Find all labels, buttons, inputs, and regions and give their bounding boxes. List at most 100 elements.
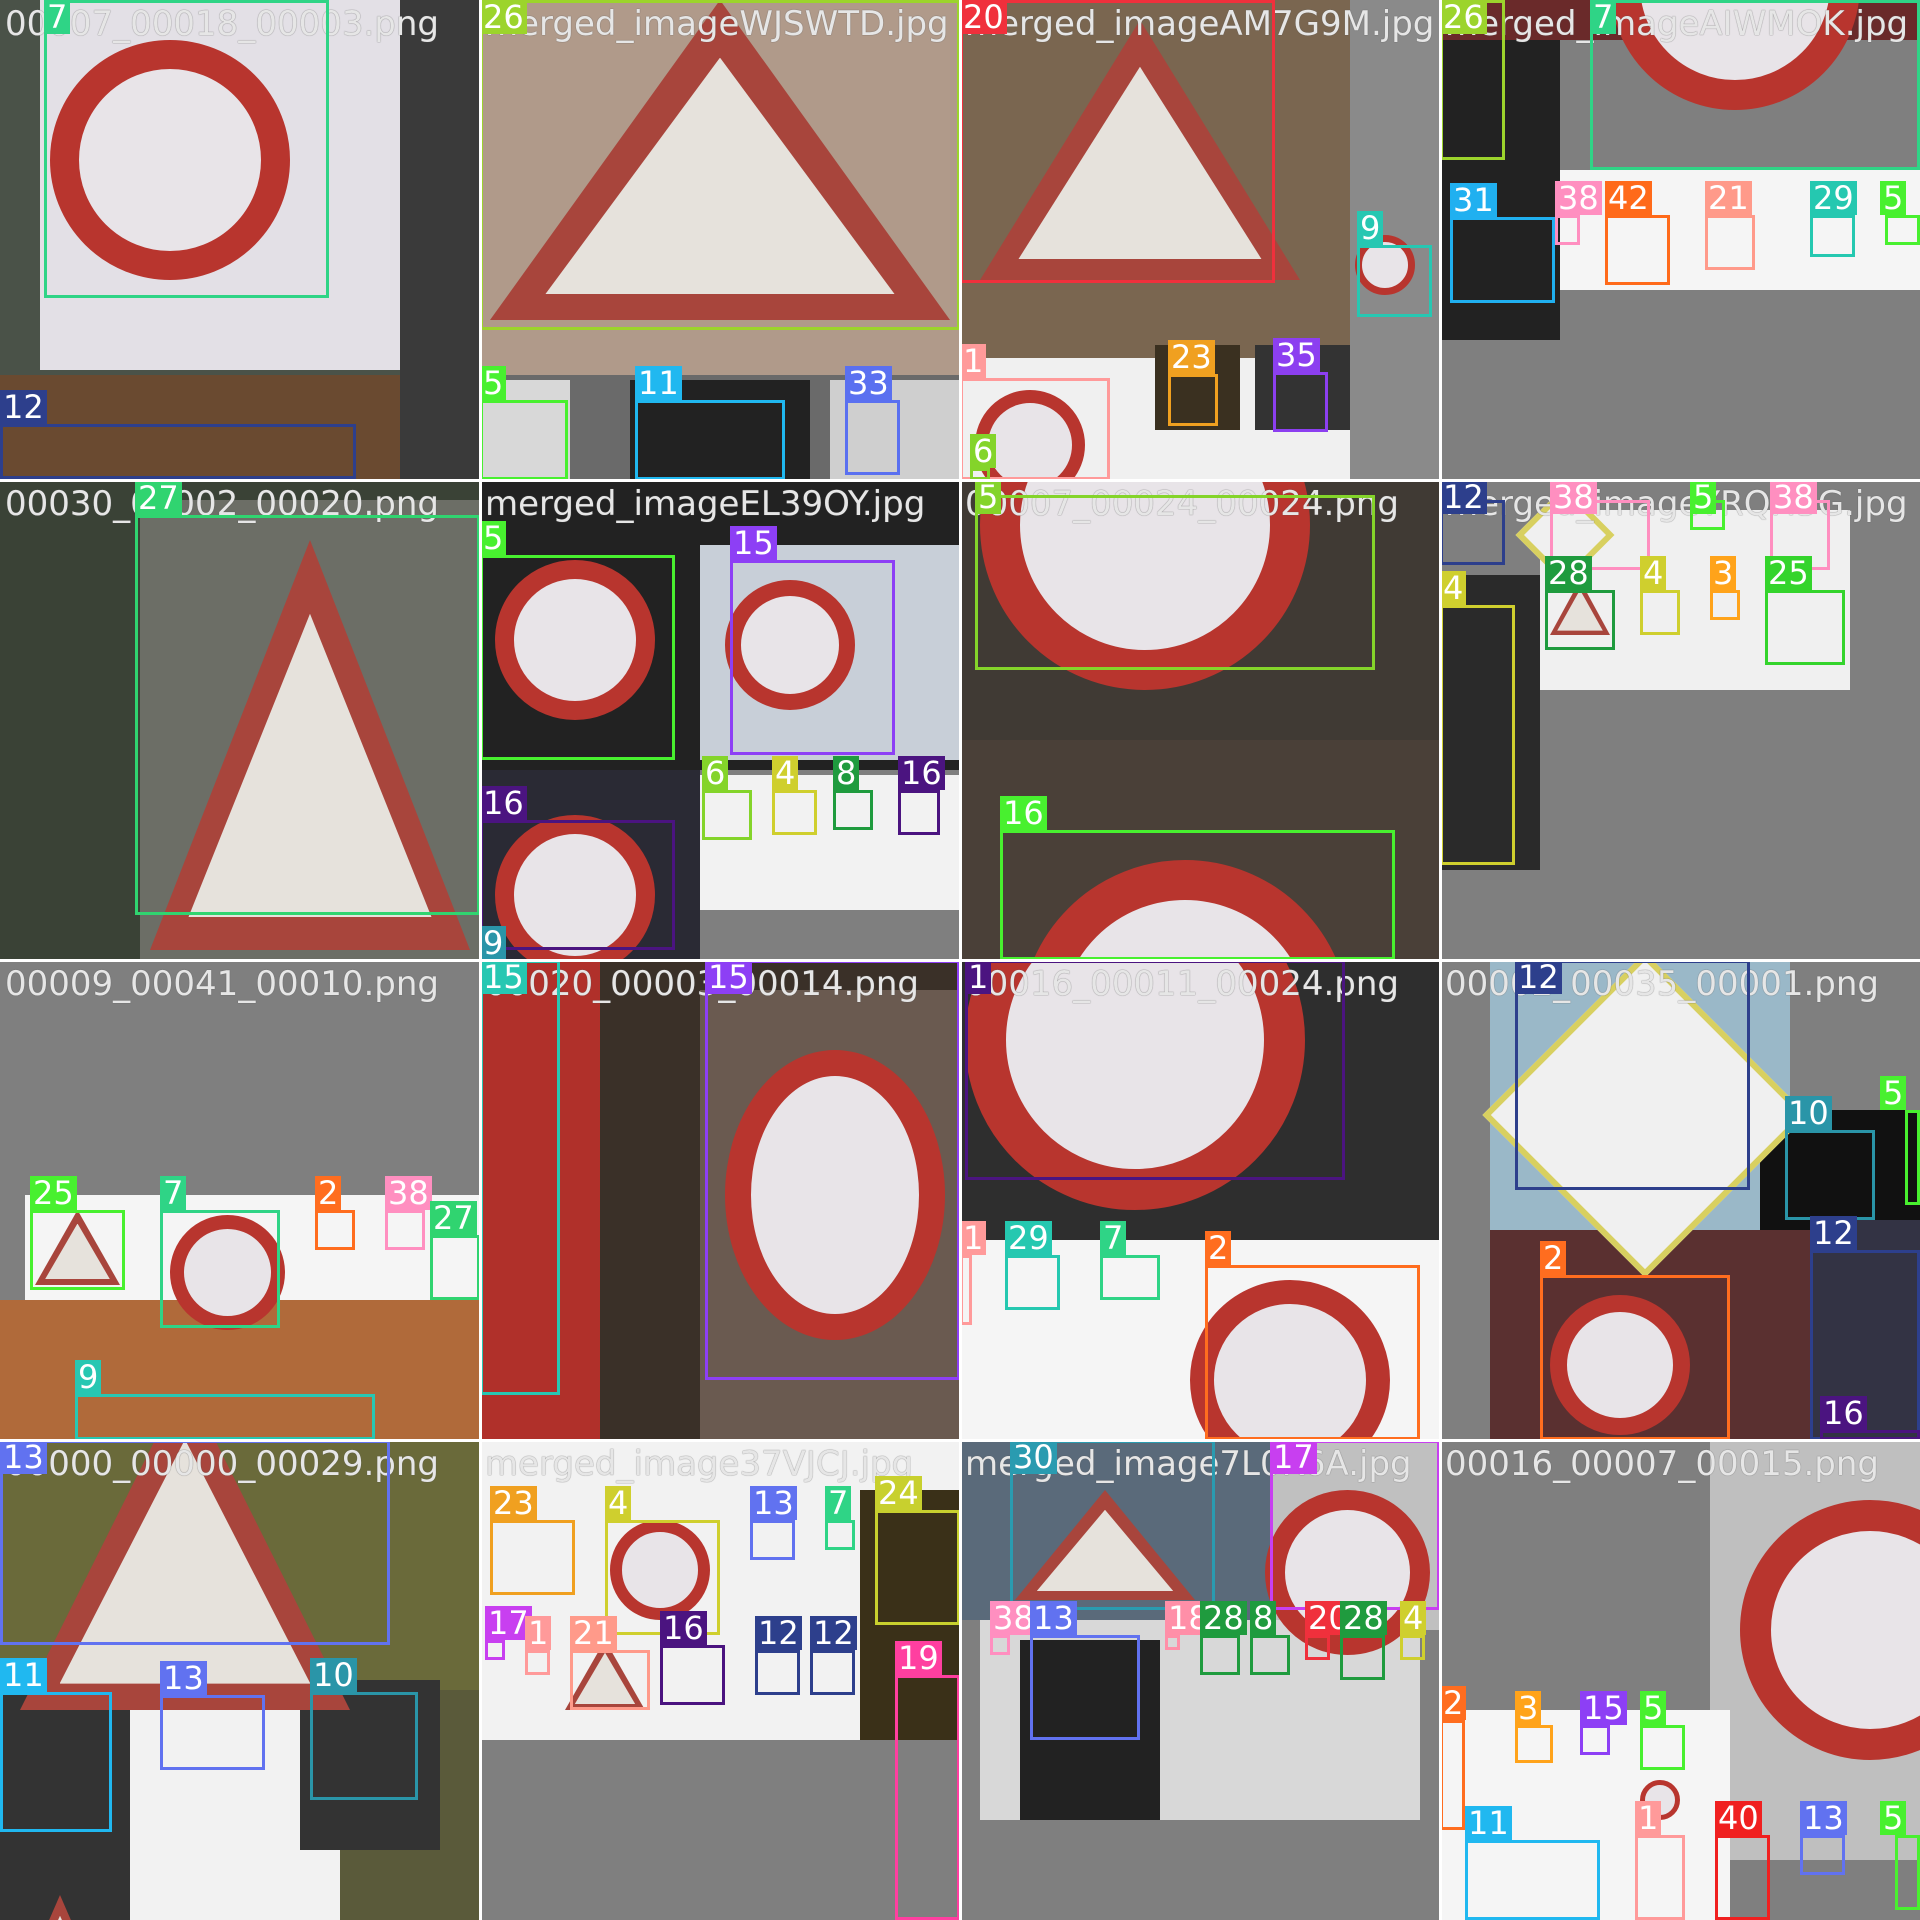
class-label: 25 bbox=[30, 1176, 77, 1210]
mosaic-tile: 00030_00002_00020.png 27 bbox=[0, 480, 480, 960]
detection-box bbox=[1635, 1835, 1685, 1920]
class-label: 7 bbox=[1590, 0, 1617, 34]
detection-box bbox=[315, 1210, 355, 1250]
detection-box bbox=[1605, 215, 1670, 285]
detection-box bbox=[1200, 1635, 1240, 1675]
class-label: 1 bbox=[1635, 1801, 1662, 1835]
class-label: 12 bbox=[1810, 1216, 1857, 1250]
mosaic-tile: merged_imageWJSWTD.jpg 26 5 11 33 bbox=[480, 0, 960, 480]
detection-box bbox=[480, 820, 675, 950]
detection-box bbox=[895, 1675, 960, 1920]
detection-box bbox=[30, 1210, 125, 1290]
class-label: 13 bbox=[0, 1440, 47, 1474]
mosaic-tile: merged_imageAIWMOK.jpg 26 7 31 38 42 21 29 5 bbox=[1440, 0, 1920, 480]
detection-box bbox=[1905, 1110, 1920, 1205]
class-label: 1 bbox=[960, 344, 987, 378]
class-label: 38 bbox=[1770, 480, 1817, 514]
detection-box bbox=[1765, 590, 1845, 665]
detection-box bbox=[1810, 215, 1855, 257]
class-label: 1 bbox=[525, 1616, 552, 1650]
class-label: 8 bbox=[833, 756, 860, 790]
class-label: 23 bbox=[490, 1486, 537, 1520]
class-label: 3 bbox=[1515, 1691, 1542, 1725]
detection-box bbox=[825, 1520, 855, 1550]
detection-box bbox=[1640, 1725, 1685, 1770]
class-label: 12 bbox=[1440, 480, 1487, 514]
class-label: 3 bbox=[1710, 556, 1737, 590]
detection-box bbox=[660, 1645, 725, 1705]
class-label: 16 bbox=[660, 1611, 707, 1645]
class-label: 5 bbox=[480, 366, 507, 400]
class-label: 4 bbox=[605, 1486, 632, 1520]
detection-box bbox=[1305, 1635, 1330, 1660]
class-label: 15 bbox=[480, 960, 527, 994]
class-label: 5 bbox=[480, 521, 507, 555]
detection-box bbox=[385, 1210, 425, 1250]
class-label: 24 bbox=[875, 1476, 922, 1510]
class-label: 13 bbox=[750, 1486, 797, 1520]
class-label: 5 bbox=[1880, 1076, 1907, 1110]
detection-box bbox=[975, 495, 1375, 670]
class-label: 12 bbox=[755, 1616, 802, 1650]
class-label: 4 bbox=[1640, 556, 1667, 590]
detection-box bbox=[75, 1394, 375, 1440]
class-label: 27 bbox=[430, 1201, 477, 1235]
class-label: 9 bbox=[1357, 211, 1384, 245]
mosaic-tile: 00016_00007_00015.png 2 3 15 5 11 1 40 13 5 bbox=[1440, 1440, 1920, 1920]
detection-box bbox=[772, 790, 817, 835]
class-label: 5 bbox=[975, 480, 1002, 514]
class-label: 16 bbox=[898, 756, 945, 790]
class-label: 20 bbox=[960, 0, 1007, 34]
mosaic-tile: 00002_00035_00001.png 12 10 5 12 2 16 bbox=[1440, 960, 1920, 1440]
detection-box bbox=[730, 560, 895, 755]
mosaic-tile: 00007_00018_00003.png 7 12 bbox=[0, 0, 480, 480]
mosaic-root: 00007_00018_00003.png 7 12 merged_imageWJSW… bbox=[0, 0, 1920, 1920]
class-label: 17 bbox=[1270, 1440, 1317, 1474]
class-label: 2 bbox=[1205, 1231, 1232, 1265]
detection-box bbox=[480, 960, 560, 1395]
detection-box bbox=[1000, 830, 1395, 960]
tile-divider-vertical bbox=[1439, 0, 1442, 1920]
class-label: 11 bbox=[1465, 1806, 1512, 1840]
detection-box bbox=[310, 1692, 418, 1800]
class-label: 38 bbox=[1555, 181, 1602, 215]
class-label: 12 bbox=[1515, 960, 1562, 994]
detection-box bbox=[480, 400, 568, 480]
detection-box bbox=[1710, 590, 1740, 620]
class-label: 11 bbox=[635, 366, 682, 400]
class-label: 29 bbox=[1810, 181, 1857, 215]
class-label: 2 bbox=[1540, 1241, 1567, 1275]
mosaic-tile: merged_image37VJCJ.jpg 23 4 13 7 24 17 1 21 16 12 1… bbox=[480, 1440, 960, 1920]
class-label: 4 bbox=[772, 756, 799, 790]
detection-box bbox=[1465, 1840, 1600, 1920]
detection-box bbox=[0, 1440, 390, 1645]
detection-box bbox=[845, 400, 900, 475]
class-label: 13 bbox=[1030, 1601, 1077, 1635]
detection-box bbox=[1440, 605, 1515, 865]
class-label: 28 bbox=[1340, 1601, 1387, 1635]
detection-box bbox=[990, 1635, 1010, 1655]
class-label: 5 bbox=[1690, 480, 1717, 514]
detection-box bbox=[430, 1235, 480, 1300]
detection-box bbox=[1450, 217, 1555, 303]
detection-box bbox=[160, 1695, 265, 1770]
class-label: 21 bbox=[570, 1616, 617, 1650]
mosaic-tile: 00007_00024_00024.png 5 16 bbox=[960, 480, 1440, 960]
detection-box bbox=[525, 1650, 550, 1675]
detection-box bbox=[705, 960, 960, 1380]
class-label: 11 bbox=[0, 1658, 47, 1692]
mosaic-tile: merged_imageAM7G9M.jpg 20 9 1 23 35 6 bbox=[960, 0, 1440, 480]
class-label: 26 bbox=[480, 0, 527, 34]
class-label: 15 bbox=[730, 526, 777, 560]
class-label: 35 bbox=[1273, 338, 1320, 372]
detection-box bbox=[1885, 215, 1920, 245]
class-label: 9 bbox=[480, 926, 507, 960]
class-label: 12 bbox=[810, 1616, 857, 1650]
class-label: 5 bbox=[1640, 1691, 1667, 1725]
detection-box bbox=[1273, 372, 1328, 432]
detection-box bbox=[1580, 1725, 1610, 1755]
detection-box bbox=[1440, 1720, 1465, 1830]
class-label: 40 bbox=[1715, 1801, 1762, 1835]
detection-box bbox=[755, 1650, 800, 1695]
detection-box bbox=[635, 400, 785, 480]
